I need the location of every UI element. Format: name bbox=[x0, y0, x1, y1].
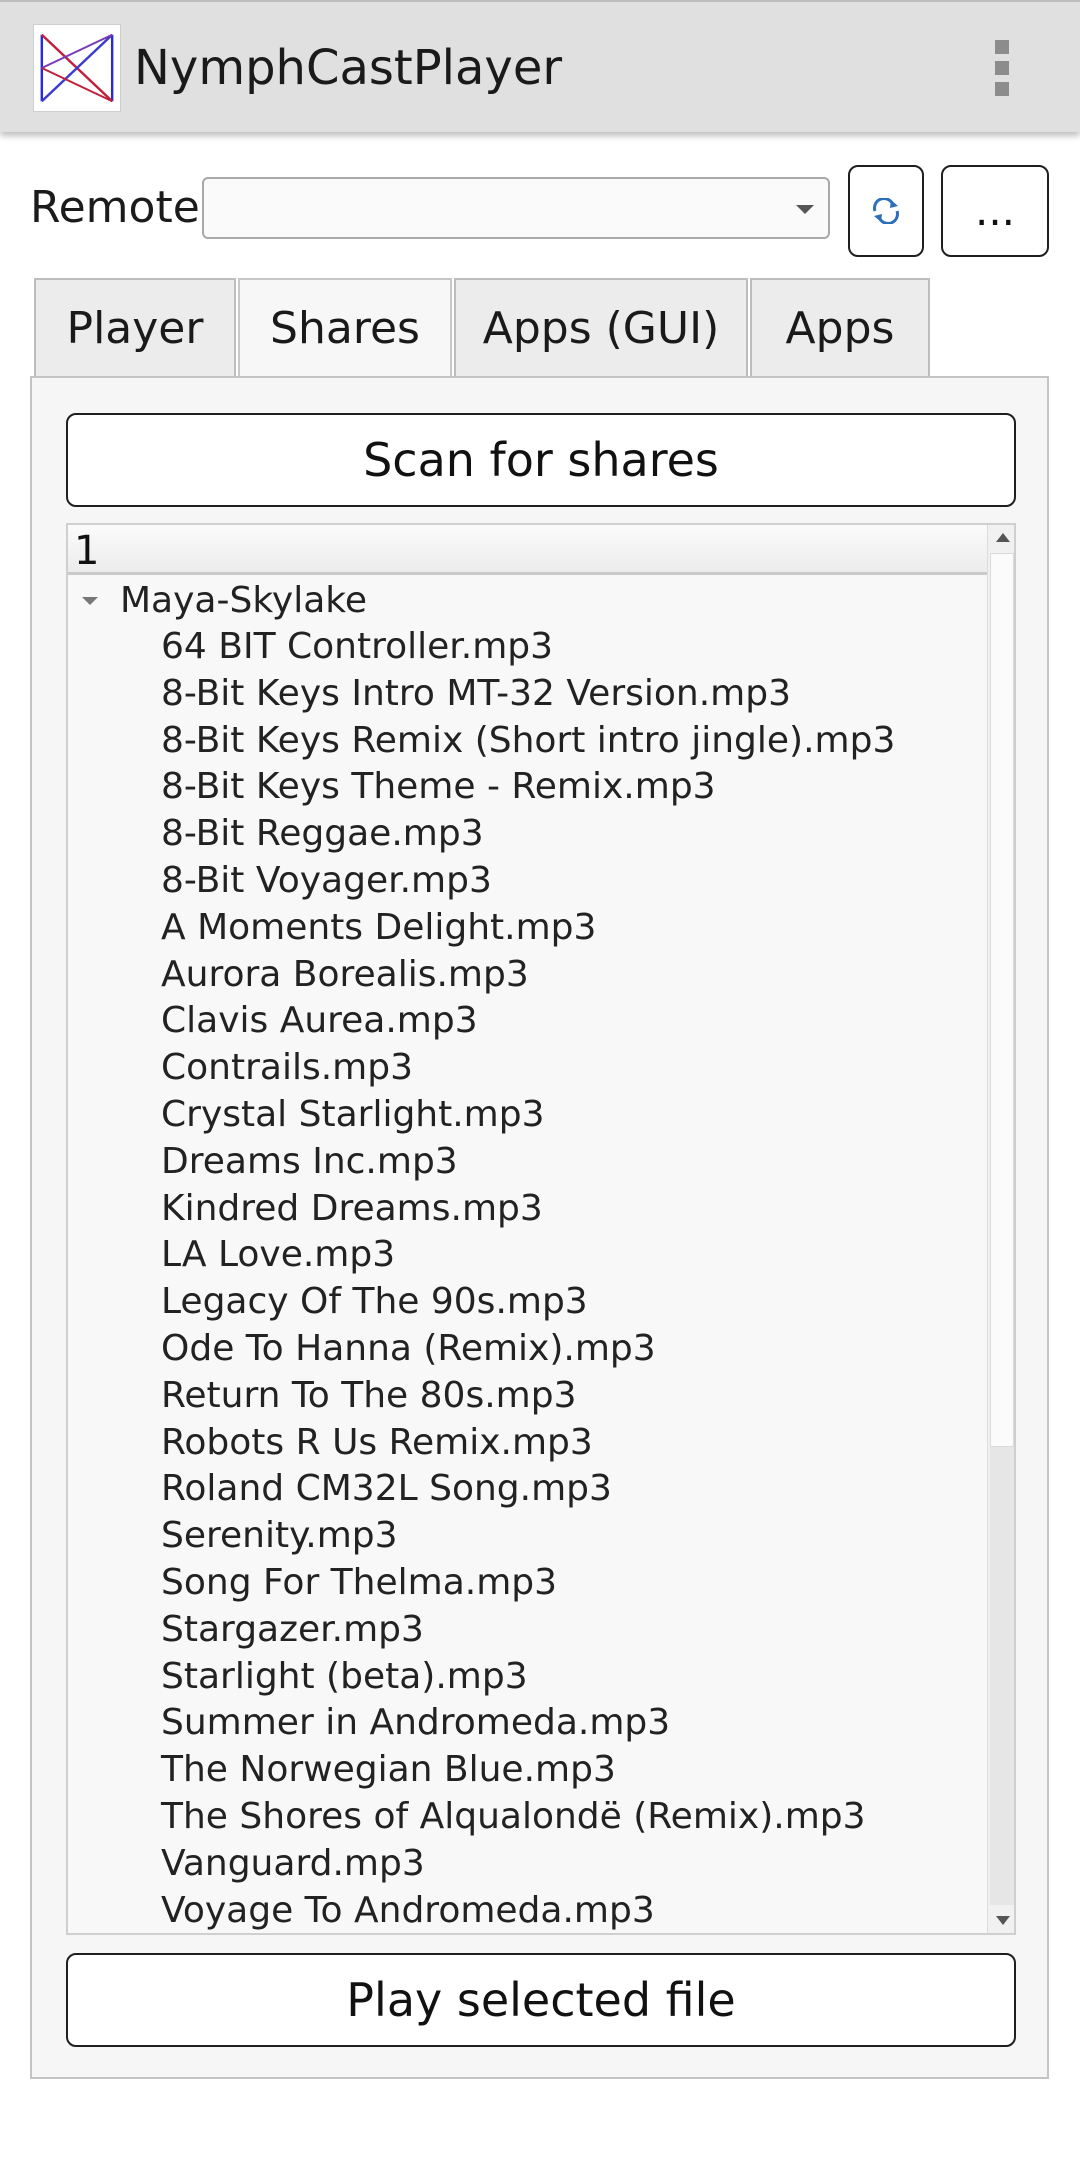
remote-select[interactable] bbox=[202, 177, 830, 239]
expand-arrow-icon[interactable] bbox=[82, 597, 98, 605]
title-bar: NymphCastPlayer bbox=[0, 0, 1080, 132]
refresh-icon bbox=[873, 198, 899, 224]
play-selected-file-button[interactable]: Play selected file bbox=[66, 1953, 1016, 2047]
tree-file-item[interactable]: Song For Thelma.mp3 bbox=[68, 1560, 987, 1607]
tree-file-item[interactable]: Starlight (beta).mp3 bbox=[68, 1654, 987, 1701]
tab-apps-gui[interactable]: Apps (GUI) bbox=[454, 278, 748, 378]
tree-file-item[interactable]: Contrails.mp3 bbox=[68, 1045, 987, 1092]
scroll-thumb[interactable] bbox=[990, 553, 1014, 1447]
tree-file-item[interactable]: A Moments Delight.mp3 bbox=[68, 905, 987, 952]
tree-file-item[interactable]: Summer in Andromeda.mp3 bbox=[68, 1700, 987, 1747]
tree-file-item[interactable]: 8-Bit Keys Theme - Remix.mp3 bbox=[68, 764, 987, 811]
tree-file-item[interactable]: 8-Bit Keys Intro MT-32 Version.mp3 bbox=[68, 671, 987, 718]
tree-file-item[interactable]: 64 BIT Controller.mp3 bbox=[68, 624, 987, 671]
tree-file-item[interactable]: Clavis Aurea.mp3 bbox=[68, 998, 987, 1045]
tree-file-item[interactable]: The Norwegian Blue.mp3 bbox=[68, 1747, 987, 1794]
more-options-button[interactable]: ... bbox=[941, 165, 1049, 257]
tree-root-label: Maya-Skylake bbox=[120, 580, 367, 621]
tree-file-item[interactable]: Dreams Inc.mp3 bbox=[68, 1139, 987, 1186]
tree-scrollbar[interactable] bbox=[987, 525, 1014, 1933]
tree-file-item[interactable]: Robots R Us Remix.mp3 bbox=[68, 1420, 987, 1467]
tree-file-item[interactable]: Voyage To Andromeda.mp3 bbox=[68, 1888, 987, 1933]
tree-file-item[interactable]: Vanguard.mp3 bbox=[68, 1841, 987, 1888]
tree-root-item[interactable]: Maya-Skylake bbox=[68, 577, 987, 624]
tree-file-item[interactable]: Stargazer.mp3 bbox=[68, 1607, 987, 1654]
tree-file-item[interactable]: The Shores of Alqualondë (Remix).mp3 bbox=[68, 1794, 987, 1841]
scroll-up-arrow-icon[interactable] bbox=[996, 533, 1010, 542]
chevron-down-icon bbox=[796, 205, 814, 214]
tree-column-header[interactable]: 1 bbox=[68, 525, 987, 575]
tab-shares[interactable]: Shares bbox=[238, 278, 452, 382]
tree-file-item[interactable]: 8-Bit Reggae.mp3 bbox=[68, 811, 987, 858]
tree-file-list: 64 BIT Controller.mp3 8-Bit Keys Intro MT… bbox=[68, 624, 987, 1933]
tree-file-item[interactable]: Return To The 80s.mp3 bbox=[68, 1373, 987, 1420]
tree-file-item[interactable]: 8-Bit Voyager.mp3 bbox=[68, 858, 987, 905]
refresh-button[interactable] bbox=[848, 165, 924, 257]
tree-file-item[interactable]: Kindred Dreams.mp3 bbox=[68, 1186, 987, 1233]
tree-file-item[interactable]: Legacy Of The 90s.mp3 bbox=[68, 1279, 987, 1326]
tab-apps[interactable]: Apps bbox=[750, 278, 930, 378]
tree-file-item[interactable]: Serenity.mp3 bbox=[68, 1513, 987, 1560]
tree-file-item[interactable]: Ode To Hanna (Remix).mp3 bbox=[68, 1326, 987, 1373]
remote-label: Remote bbox=[30, 182, 200, 233]
scroll-track[interactable] bbox=[990, 1447, 1014, 1905]
shares-tree[interactable]: 1 Maya-Skylake 64 BIT Controller.mp3 8-Bi… bbox=[66, 523, 1016, 1935]
tree-file-item[interactable]: Roland CM32L Song.mp3 bbox=[68, 1466, 987, 1513]
app-title: NymphCastPlayer bbox=[134, 40, 563, 96]
scan-for-shares-button[interactable]: Scan for shares bbox=[66, 413, 1016, 507]
tree-file-item[interactable]: Aurora Borealis.mp3 bbox=[68, 952, 987, 999]
tree-file-item[interactable]: Crystal Starlight.mp3 bbox=[68, 1092, 987, 1139]
nymphcast-logo-icon bbox=[33, 24, 121, 112]
overflow-menu-icon[interactable] bbox=[978, 36, 1026, 100]
scroll-down-arrow-icon[interactable] bbox=[996, 1916, 1010, 1925]
tab-player[interactable]: Player bbox=[34, 278, 236, 378]
tree-file-item[interactable]: 8-Bit Keys Remix (Short intro jingle).mp… bbox=[68, 718, 987, 765]
tree-file-item[interactable]: LA Love.mp3 bbox=[68, 1232, 987, 1279]
